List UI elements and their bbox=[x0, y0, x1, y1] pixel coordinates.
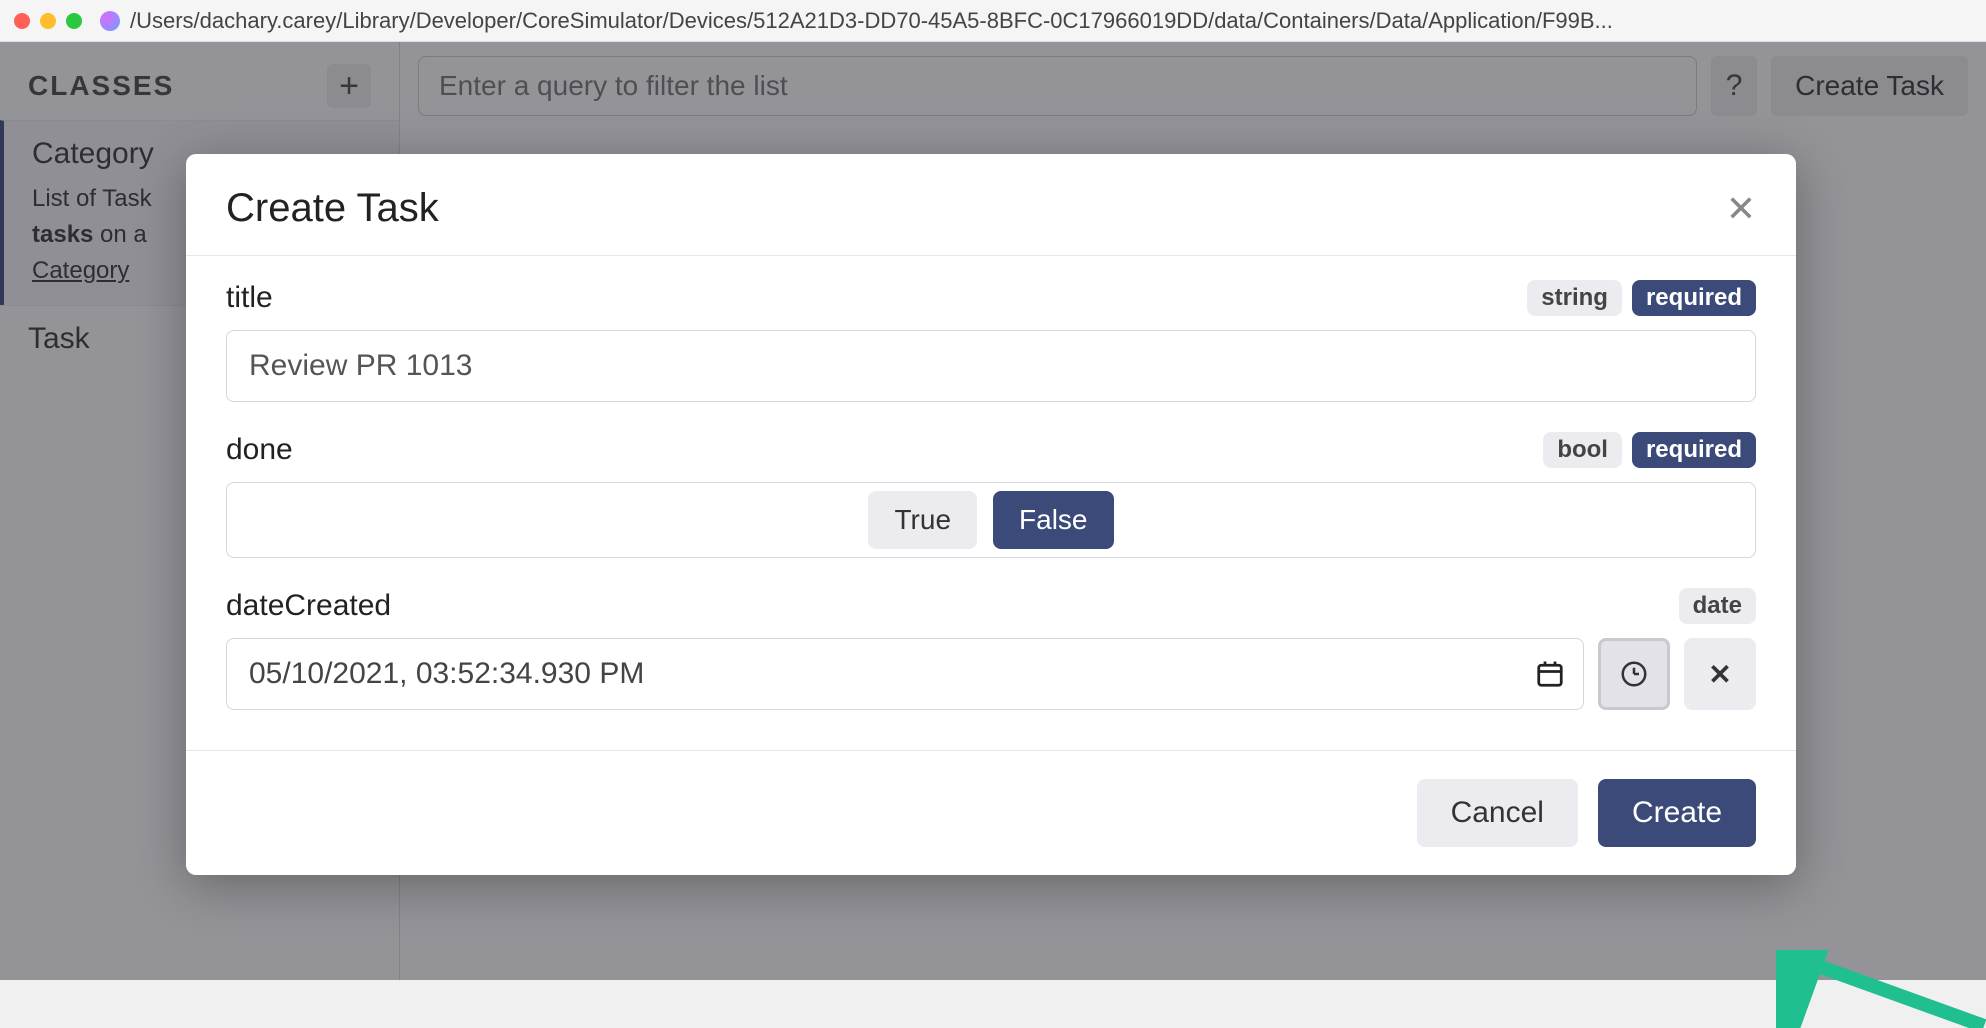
bool-toggle: True False bbox=[226, 482, 1756, 558]
maximize-window-button[interactable] bbox=[66, 13, 82, 29]
now-button[interactable] bbox=[1598, 638, 1670, 710]
close-window-button[interactable] bbox=[14, 13, 30, 29]
modal-header: Create Task ✕ bbox=[186, 154, 1796, 256]
type-badge: bool bbox=[1543, 432, 1622, 468]
close-icon: ✕ bbox=[1708, 658, 1731, 691]
app-icon bbox=[100, 11, 120, 31]
field-title: title string required bbox=[226, 280, 1756, 402]
window-path: /Users/dachary.carey/Library/Developer/C… bbox=[130, 8, 1972, 34]
traffic-lights bbox=[14, 13, 82, 29]
cancel-button[interactable]: Cancel bbox=[1417, 779, 1578, 847]
window-titlebar: /Users/dachary.carey/Library/Developer/C… bbox=[0, 0, 1986, 42]
field-label-title: title bbox=[226, 281, 273, 315]
field-datecreated: dateCreated date 05/10/2021, 03:52:34.93… bbox=[226, 588, 1756, 710]
bool-true-button[interactable]: True bbox=[868, 491, 977, 549]
modal-title: Create Task bbox=[226, 186, 439, 231]
modal-footer: Cancel Create bbox=[186, 750, 1796, 875]
bool-false-button[interactable]: False bbox=[993, 491, 1113, 549]
required-badge: required bbox=[1632, 432, 1756, 468]
field-label-datecreated: dateCreated bbox=[226, 589, 391, 623]
create-button[interactable]: Create bbox=[1598, 779, 1756, 847]
close-icon: ✕ bbox=[1726, 188, 1756, 229]
create-task-modal: Create Task ✕ title string required bbox=[186, 154, 1796, 875]
clock-icon bbox=[1619, 659, 1649, 689]
required-badge: required bbox=[1632, 280, 1756, 316]
clear-date-button[interactable]: ✕ bbox=[1684, 638, 1756, 710]
minimize-window-button[interactable] bbox=[40, 13, 56, 29]
date-value: 05/10/2021, 03:52:34.930 PM bbox=[249, 657, 644, 691]
app-root: CLASSES + Category List of Task tasks on… bbox=[0, 42, 1986, 980]
modal-body: title string required done bool required bbox=[186, 256, 1796, 750]
calendar-icon bbox=[1535, 659, 1565, 689]
type-badge: string bbox=[1527, 280, 1622, 316]
title-input[interactable] bbox=[226, 330, 1756, 402]
field-done: done bool required True False bbox=[226, 432, 1756, 558]
field-label-done: done bbox=[226, 433, 293, 467]
type-badge: date bbox=[1679, 588, 1756, 624]
annotation-arrow-icon bbox=[1776, 950, 1986, 1028]
modal-close-button[interactable]: ✕ bbox=[1726, 188, 1756, 230]
date-input[interactable]: 05/10/2021, 03:52:34.930 PM bbox=[226, 638, 1584, 710]
